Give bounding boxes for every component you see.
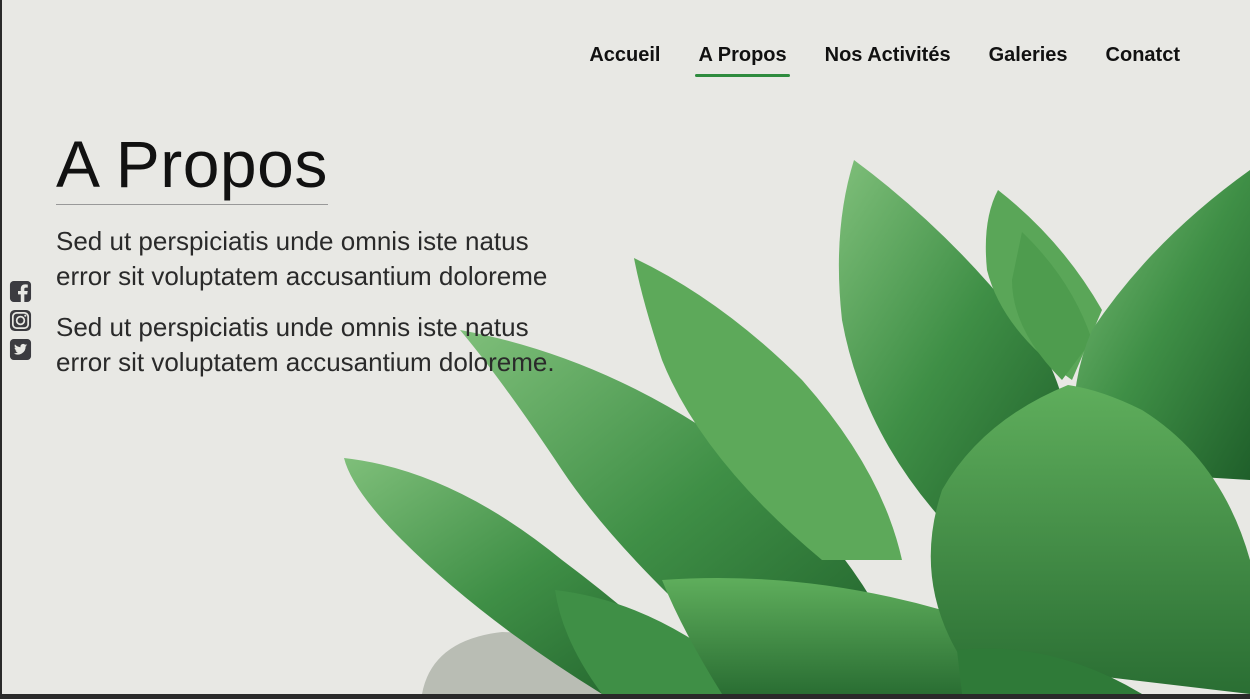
paragraph: Sed ut perspiciatis unde omnis iste natu… — [56, 226, 548, 291]
instagram-icon[interactable] — [9, 309, 32, 332]
nav-item-accueil[interactable]: Accueil — [589, 44, 660, 73]
nav-item-a-propos[interactable]: A Propos — [695, 44, 790, 77]
nav-item-nos-activites[interactable]: Nos Activités — [825, 44, 951, 73]
hero-text: Sed ut perspiciatis unde omnis iste natu… — [56, 224, 576, 396]
main-nav: Accueil A Propos Nos Activités Galeries … — [589, 44, 1180, 77]
page: Accueil A Propos Nos Activités Galeries … — [2, 0, 1250, 694]
page-title: A Propos — [56, 128, 328, 205]
paragraph: Sed ut perspiciatis unde omnis iste natu… — [56, 312, 555, 377]
social-links — [9, 280, 32, 361]
twitter-icon[interactable] — [9, 338, 32, 361]
nav-item-contact[interactable]: Conatct — [1106, 44, 1180, 73]
facebook-icon[interactable] — [9, 280, 32, 303]
nav-item-galeries[interactable]: Galeries — [989, 44, 1068, 73]
